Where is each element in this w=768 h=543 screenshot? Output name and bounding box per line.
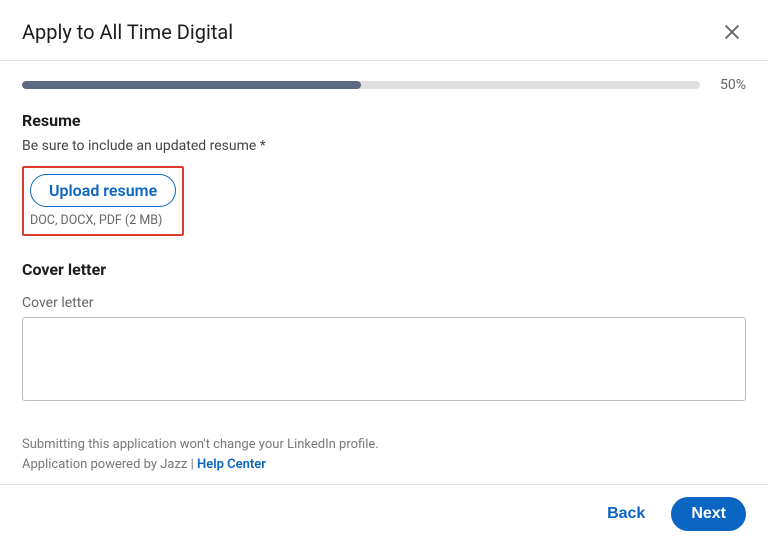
cover-letter-label: Cover letter xyxy=(22,295,746,311)
disclaimer-line-1: Submitting this application won't change… xyxy=(22,435,746,455)
help-center-link[interactable]: Help Center xyxy=(197,457,266,472)
cover-letter-textarea[interactable] xyxy=(22,317,746,401)
modal-title: Apply to All Time Digital xyxy=(22,20,233,44)
progress-track xyxy=(22,81,700,89)
upload-file-hint: DOC, DOCX, PDF (2 MB) xyxy=(30,213,176,228)
modal-footer: Back Next xyxy=(0,484,768,543)
progress-fill xyxy=(22,81,361,89)
close-icon xyxy=(721,21,743,43)
progress-bar-row: 50% xyxy=(0,61,768,101)
modal-header: Apply to All Time Digital xyxy=(0,0,768,61)
resume-heading: Resume xyxy=(22,111,746,130)
resume-helper-text: Be sure to include an updated resume * xyxy=(22,138,746,154)
back-button[interactable]: Back xyxy=(595,497,657,531)
close-button[interactable] xyxy=(718,18,746,46)
upload-annotation-box: Upload resume DOC, DOCX, PDF (2 MB) xyxy=(22,166,184,236)
progress-percent: 50% xyxy=(712,77,746,93)
disclaimer-block: Submitting this application won't change… xyxy=(22,435,746,474)
next-button[interactable]: Next xyxy=(671,497,746,531)
upload-resume-button[interactable]: Upload resume xyxy=(30,174,176,207)
disclaimer-prefix: Application powered by Jazz | xyxy=(22,457,197,472)
cover-letter-heading: Cover letter xyxy=(22,260,746,279)
disclaimer-line-2: Application powered by Jazz | Help Cente… xyxy=(22,455,746,475)
